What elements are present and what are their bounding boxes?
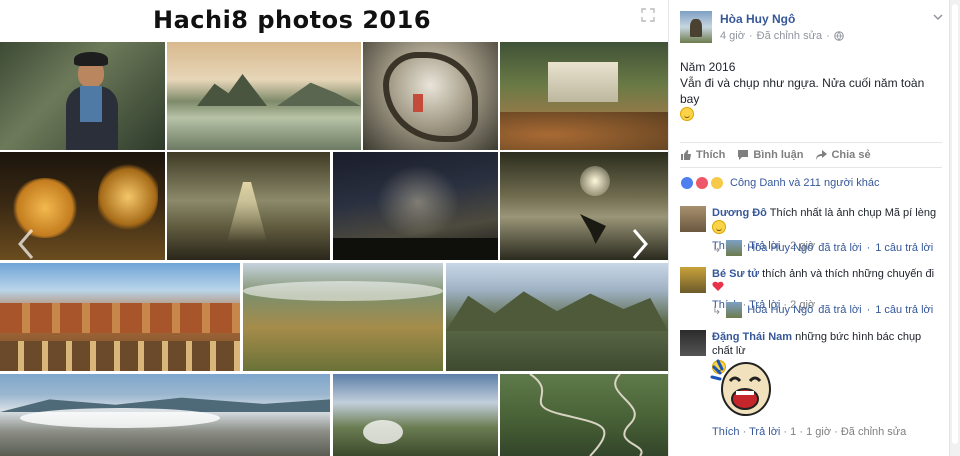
reply-count[interactable]: 1 câu trả lời xyxy=(875,304,933,316)
post-line-1: Năm 2016 xyxy=(680,60,736,74)
share-button[interactable]: Chia sẻ xyxy=(815,149,871,161)
meta-separator: · xyxy=(826,30,830,42)
post-edited[interactable]: Đã chỉnh sửa xyxy=(757,30,822,42)
photo-lake-mountains[interactable] xyxy=(167,42,361,150)
photo-milky-way[interactable] xyxy=(333,152,498,260)
avatar xyxy=(726,240,743,256)
like-label: Thích xyxy=(696,149,726,161)
comment-like-link[interactable]: Thích xyxy=(712,426,740,438)
reply-summary[interactable]: ↳ Hòa Huy Ngô đã trả lời · 1 câu trả lời xyxy=(712,302,933,318)
reply-arrow-icon: ↳ xyxy=(712,242,722,255)
avatar[interactable] xyxy=(680,206,706,232)
comment-reply-link[interactable]: Trả lời xyxy=(749,426,780,438)
photo-waterfall[interactable] xyxy=(500,42,668,150)
meta-separator: · xyxy=(799,426,804,438)
wow-reaction-icon xyxy=(710,176,724,190)
photo-area: Hachi8 photos 2016 xyxy=(0,0,668,456)
photo-boy-portrait[interactable] xyxy=(0,42,165,150)
share-label: Chia sẻ xyxy=(831,149,871,161)
reply-summary[interactable]: ↳ Hòa Huy Ngô đã trả lời · 1 câu trả lời xyxy=(712,240,933,256)
meta-separator: · xyxy=(866,304,871,316)
reactions-summary[interactable]: Công Danh và 211 người khác xyxy=(730,177,880,189)
reply-author[interactable]: Hòa Huy Ngô xyxy=(747,304,813,316)
meta-separator: · xyxy=(748,30,753,42)
photo-sun-rays-lake[interactable] xyxy=(167,152,330,260)
comment-text: Thích nhất là ảnh chụp Mã pí lèng xyxy=(769,207,937,219)
share-arrow-icon xyxy=(816,150,828,160)
comment-button[interactable]: Bình luận xyxy=(737,149,803,161)
photo-winding-road[interactable] xyxy=(500,374,668,456)
avatar xyxy=(726,302,743,318)
avatar[interactable] xyxy=(680,330,706,356)
speech-bubble-icon xyxy=(738,150,749,160)
comment-text: thích ảnh và thích những chuyến đi xyxy=(762,268,935,280)
comment-author[interactable]: Bé Sư tử xyxy=(712,268,759,280)
photo-valley-smoke[interactable] xyxy=(333,374,498,456)
avatar[interactable] xyxy=(680,11,712,43)
love-reaction-icon xyxy=(695,176,709,190)
photo-misty-town[interactable] xyxy=(0,374,330,456)
heart-emoji-icon xyxy=(712,281,724,291)
comment-time[interactable]: 1 giờ xyxy=(806,426,831,438)
grin-emoji-icon xyxy=(712,220,726,234)
laughing-sticker-icon xyxy=(710,359,771,416)
photo-hoi-an-rooftops[interactable] xyxy=(0,263,240,371)
meta-separator: · xyxy=(866,242,871,254)
post-time[interactable]: 4 giờ xyxy=(720,30,745,42)
post-text: Năm 2016 Vẫn đi và chụp như ngựa. Nửa cu… xyxy=(680,59,942,123)
meta-separator: · xyxy=(783,426,788,438)
reply-arrow-icon: ↳ xyxy=(712,304,722,317)
post-meta: 4 giờ · Đã chỉnh sửa · xyxy=(720,30,844,42)
avatar[interactable] xyxy=(680,267,706,293)
reactions-bar[interactable]: Công Danh và 211 người khác xyxy=(680,176,880,190)
comment-label: Bình luận xyxy=(753,149,804,161)
chevron-left-icon[interactable] xyxy=(12,224,42,264)
expand-icon[interactable] xyxy=(641,8,655,22)
comment-edited[interactable]: Đã chỉnh sửa xyxy=(841,426,906,438)
chevron-down-icon[interactable] xyxy=(933,12,943,22)
chevron-right-icon[interactable] xyxy=(624,224,654,264)
post-author-name[interactable]: Hòa Huy Ngô xyxy=(720,12,795,26)
meta-separator: · xyxy=(742,426,747,438)
reply-action: đã trả lời xyxy=(818,304,862,316)
album-title: Hachi8 photos 2016 xyxy=(152,6,432,34)
comment-meta: Thích · Trả lời · 1 · 1 giờ · Đã chỉnh s… xyxy=(712,425,906,439)
comment-author[interactable]: Dương Đô xyxy=(712,207,767,219)
meta-separator: · xyxy=(834,426,838,438)
scrollbar-thumb[interactable] xyxy=(952,4,958,444)
like-button[interactable]: Thích xyxy=(680,149,725,161)
reply-action: đã trả lời xyxy=(818,242,862,254)
smile-emoji-icon xyxy=(680,107,694,121)
globe-icon[interactable] xyxy=(833,31,844,41)
comment-like-count[interactable]: 1 xyxy=(790,426,796,438)
comment-author[interactable]: Đặng Thái Nam xyxy=(712,331,792,343)
post-line-2: Vẫn đi và chụp như ngựa. Nửa cuối năm to… xyxy=(680,76,925,106)
photo-terraced-valley[interactable] xyxy=(243,263,443,371)
reply-author[interactable]: Hòa Huy Ngô xyxy=(747,242,813,254)
panel-scrollbar[interactable] xyxy=(949,0,960,456)
photo-mossy-tree[interactable] xyxy=(363,42,498,150)
thumbs-up-icon xyxy=(681,150,691,160)
photo-karst-mountains[interactable] xyxy=(446,263,668,371)
post-actions: Thích Bình luận Chia sẻ xyxy=(680,142,942,168)
reply-count[interactable]: 1 câu trả lời xyxy=(875,242,933,254)
facebook-photo-viewer: Hachi8 photos 2016 Hòa Huy Ngô 4 giờ · Đ… xyxy=(0,0,960,456)
like-reaction-icon xyxy=(680,176,694,190)
